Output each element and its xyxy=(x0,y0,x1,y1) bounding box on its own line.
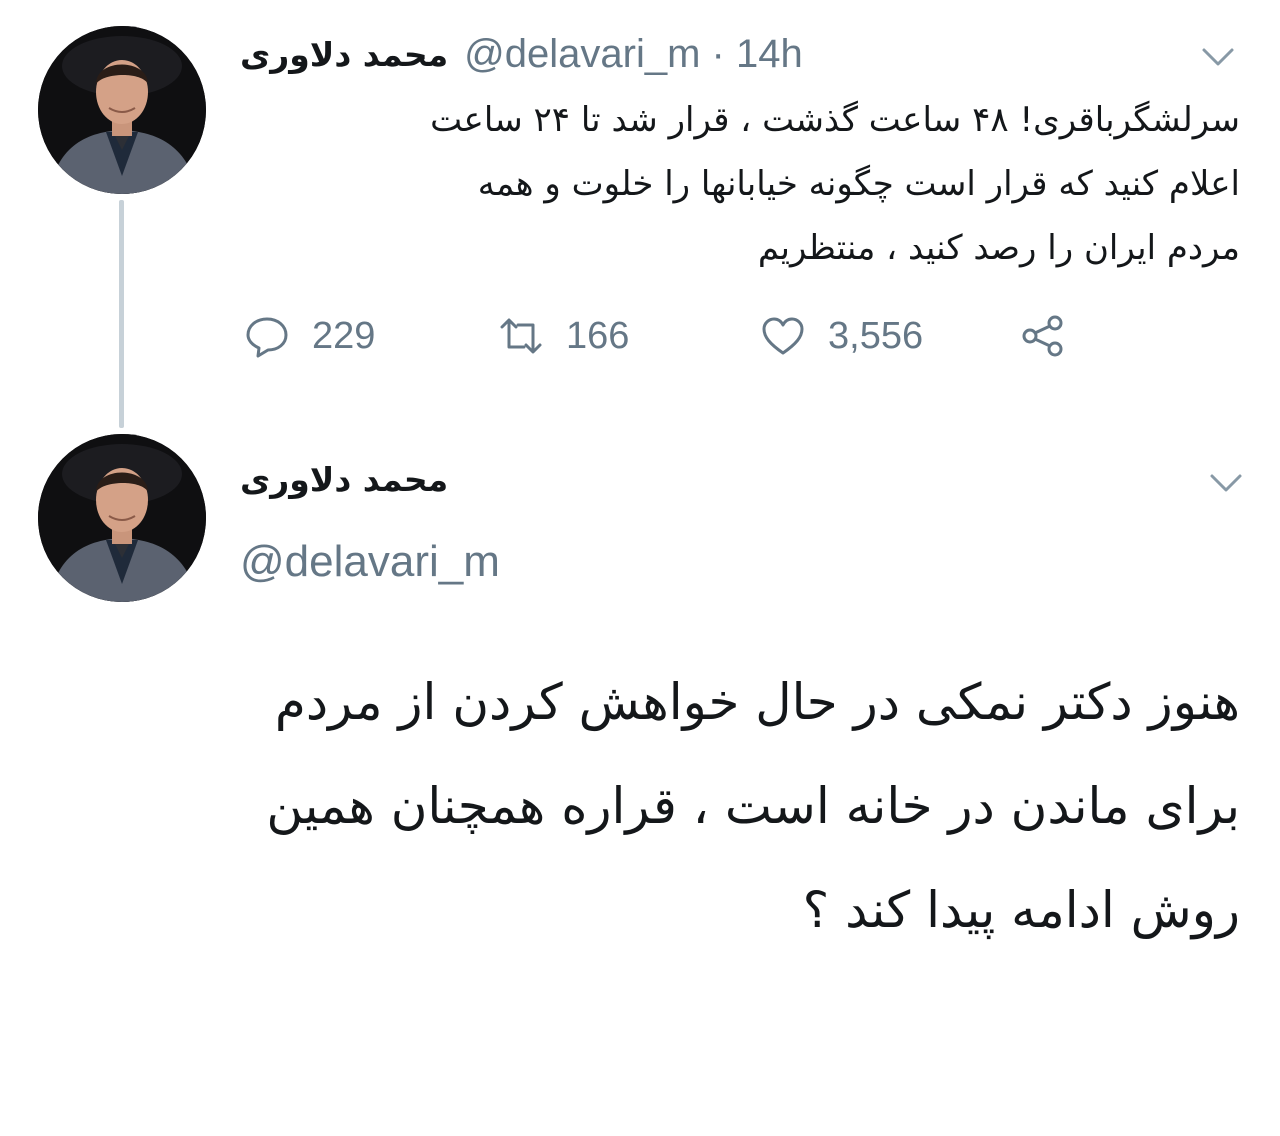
tweet-text-line: برای ماندن در خانه است ، قراره همچنان هم… xyxy=(266,777,1240,835)
tweet-text-line: مردم ایران را رصد کنید ، منتظریم xyxy=(757,228,1240,268)
tweet-text: هنوز دکتر نمکی در حال خواهش کردن از مردم… xyxy=(40,650,1240,962)
profile-photo xyxy=(38,434,206,602)
share-button[interactable] xyxy=(1020,306,1066,366)
like-count: 3,556 xyxy=(828,314,924,357)
reply-count: 229 xyxy=(312,314,376,357)
avatar[interactable] xyxy=(38,26,206,194)
tweet-text-line: اعلام کنید که قرار است چگونه خیابانها را… xyxy=(477,164,1240,204)
heart-icon xyxy=(762,317,804,355)
retweet-icon xyxy=(500,318,542,354)
tweet-text-line: هنوز دکتر نمکی در حال خواهش کردن از مردم xyxy=(274,673,1240,731)
tweet-text-line: روش ادامه پیدا کند ؟ xyxy=(802,881,1240,939)
reply-button[interactable]: 229 xyxy=(244,306,375,366)
tweet-actions: 229 166 3,556 xyxy=(240,306,1080,366)
chevron-down-icon[interactable] xyxy=(1196,34,1240,78)
display-name[interactable]: محمد دلاوری xyxy=(240,35,448,74)
tweet-text: سرلشگرباقری! ۴۸ ساعت گذشت ، قرار شد تا ۲… xyxy=(240,88,1240,280)
thread-connector xyxy=(119,200,124,428)
avatar[interactable] xyxy=(38,434,206,602)
handle-timestamp[interactable]: @delavari_m · 14h xyxy=(464,32,803,77)
retweet-count: 166 xyxy=(566,314,630,357)
retweet-button[interactable]: 166 xyxy=(498,306,629,366)
tweet-text-line: سرلشگرباقری! ۴۸ ساعت گذشت ، قرار شد تا ۲… xyxy=(430,100,1240,140)
chevron-down-icon[interactable] xyxy=(1204,460,1248,504)
profile-photo xyxy=(38,26,206,194)
like-button[interactable]: 3,556 xyxy=(760,306,923,366)
tweet-header: محمد دلاوری @delavari_m · 14h xyxy=(240,24,940,84)
share-icon xyxy=(1022,315,1063,357)
handle[interactable]: @delavari_m xyxy=(240,532,740,592)
display-name[interactable]: محمد دلاوری xyxy=(240,450,640,510)
reply-icon xyxy=(246,317,288,358)
